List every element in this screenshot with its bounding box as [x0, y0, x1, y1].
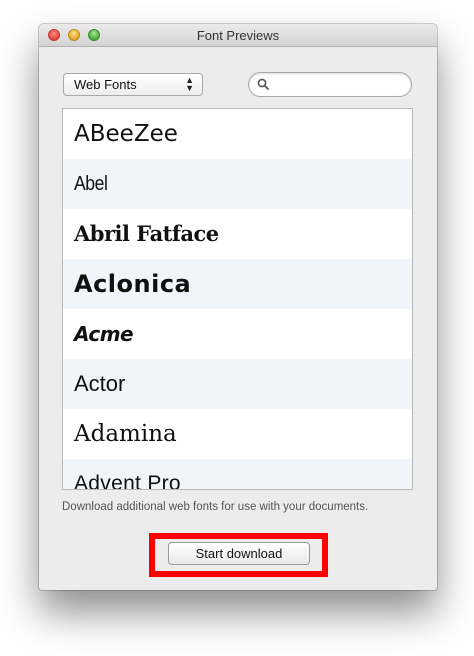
up-down-chevron-icon: ▲ ▼ [185, 75, 194, 93]
font-list-item[interactable]: Advent Pro [63, 459, 412, 490]
font-name: Adamina [74, 421, 177, 447]
font-name: Advent Pro [74, 472, 181, 490]
font-source-popup[interactable]: Web Fonts ▲ ▼ [63, 73, 203, 96]
window-title: Font Previews [196, 28, 280, 43]
font-name: Abril Fatface [74, 221, 219, 246]
font-list-item[interactable]: Actor [63, 359, 412, 409]
font-list-item[interactable]: Aclonica [63, 259, 412, 309]
title-bar[interactable]: Font Previews [39, 24, 437, 47]
font-name: Aclonica [74, 270, 192, 298]
font-list[interactable]: ABeeZee Abel Abril Fatface Aclonica Acme… [62, 108, 413, 490]
font-list-item[interactable]: Adamina [63, 409, 412, 459]
search-field[interactable] [248, 72, 412, 97]
font-list-item[interactable]: Abel [63, 159, 412, 209]
font-previews-window: Font Previews Web Fonts ▲ ▼ ABeeZee Abel … [39, 24, 437, 590]
font-list-item[interactable]: Acme [63, 309, 412, 359]
font-name: Abel [74, 173, 108, 195]
search-input[interactable] [273, 76, 403, 93]
font-name: ABeeZee [74, 121, 178, 147]
font-list-item[interactable]: ABeeZee [63, 109, 412, 159]
download-note: Download additional web fonts for use wi… [62, 501, 369, 513]
font-name: Actor [74, 371, 126, 396]
start-download-button[interactable]: Start download [168, 542, 310, 565]
font-name: Acme [74, 322, 134, 346]
stage: Font Previews Web Fonts ▲ ▼ ABeeZee Abel … [0, 0, 474, 656]
search-icon [257, 78, 269, 90]
font-source-selected: Web Fonts [74, 77, 137, 92]
font-list-item[interactable]: Abril Fatface [63, 209, 412, 259]
